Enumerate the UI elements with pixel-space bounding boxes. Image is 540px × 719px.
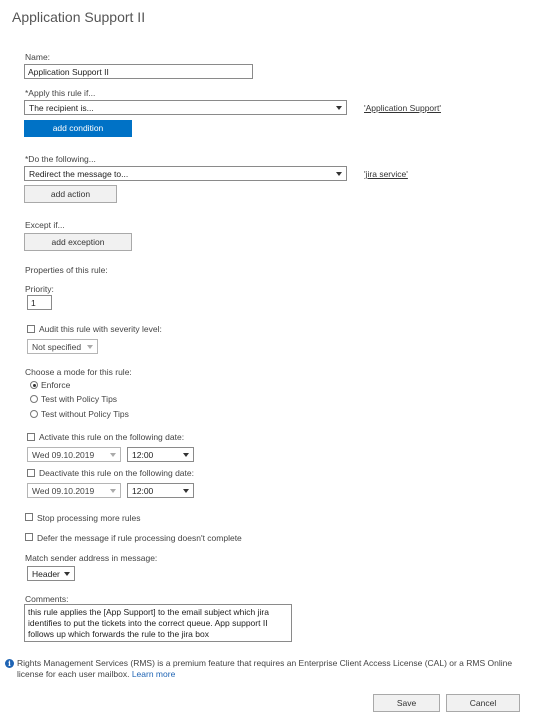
add-action-button[interactable]: add action <box>24 185 117 203</box>
name-input[interactable]: Application Support II <box>24 64 253 79</box>
match-sender-value: Header <box>32 569 60 579</box>
add-exception-button[interactable]: add exception <box>24 233 132 251</box>
deactivate-checkbox[interactable] <box>27 469 35 477</box>
deactivate-time-dropdown[interactable]: 12:00 <box>127 483 194 498</box>
deactivate-date-dropdown[interactable]: Wed 09.10.2019 <box>27 483 121 498</box>
chevron-down-icon <box>110 489 116 493</box>
stop-processing-label: Stop processing more rules <box>37 513 141 523</box>
activate-time-dropdown[interactable]: 12:00 <box>127 447 194 462</box>
apply-rule-label: *Apply this rule if... <box>25 88 96 98</box>
name-label: Name: <box>25 52 51 62</box>
deactivate-date-value: Wed 09.10.2019 <box>32 486 95 496</box>
except-label: Except if... <box>25 220 65 230</box>
mode-enforce-radio[interactable] <box>30 381 38 389</box>
severity-value: Not specified <box>32 342 82 352</box>
mode-test-tips-radio[interactable] <box>30 395 38 403</box>
properties-heading: Properties of this rule: <box>25 265 108 275</box>
learn-more-link[interactable]: Learn more <box>132 669 175 679</box>
info-icon: i <box>5 659 14 668</box>
audit-label: Audit this rule with severity level: <box>39 324 162 334</box>
chevron-down-icon <box>87 345 93 349</box>
action-value: Redirect the message to... <box>29 169 129 179</box>
do-following-label: *Do the following... <box>25 154 96 164</box>
add-condition-button[interactable]: add condition <box>24 120 132 137</box>
save-button[interactable]: Save <box>373 694 440 712</box>
page-title: Application Support II <box>12 9 146 25</box>
action-link[interactable]: 'jira service' <box>364 169 408 179</box>
activate-label: Activate this rule on the following date… <box>39 432 185 442</box>
chevron-down-icon <box>183 489 189 493</box>
condition-dropdown[interactable]: The recipient is... <box>24 100 347 115</box>
chevron-down-icon <box>110 453 116 457</box>
rms-note: Rights Management Services (RMS) is a pr… <box>17 658 535 680</box>
activate-checkbox[interactable] <box>27 433 35 441</box>
defer-message-checkbox[interactable] <box>25 533 33 541</box>
activate-time-value: 12:00 <box>132 450 154 460</box>
activate-date-dropdown[interactable]: Wed 09.10.2019 <box>27 447 121 462</box>
severity-dropdown[interactable]: Not specified <box>27 339 98 354</box>
mode-test-no-tips-radio[interactable] <box>30 410 38 418</box>
priority-label: Priority: <box>25 284 54 294</box>
cancel-button[interactable]: Cancel <box>446 694 520 712</box>
mode-label: Choose a mode for this rule: <box>25 367 132 377</box>
mode-test-no-tips-label: Test without Policy Tips <box>41 409 129 419</box>
audit-checkbox[interactable] <box>27 325 35 333</box>
rms-note-text: Rights Management Services (RMS) is a pr… <box>17 658 513 679</box>
comments-label: Comments: <box>25 594 69 604</box>
condition-link[interactable]: 'Application Support' <box>364 103 441 113</box>
chevron-down-icon <box>336 106 342 110</box>
chevron-down-icon <box>183 453 189 457</box>
match-sender-label: Match sender address in message: <box>25 553 158 563</box>
chevron-down-icon <box>64 572 70 576</box>
mode-enforce-label: Enforce <box>41 380 71 390</box>
comments-textarea[interactable]: this rule applies the [App Support] to t… <box>24 604 292 642</box>
condition-value: The recipient is... <box>29 103 94 113</box>
action-dropdown[interactable]: Redirect the message to... <box>24 166 347 181</box>
deactivate-time-value: 12:00 <box>132 486 154 496</box>
match-sender-dropdown[interactable]: Header <box>27 566 75 581</box>
mode-test-tips-label: Test with Policy Tips <box>41 394 118 404</box>
priority-input[interactable]: 1 <box>27 295 52 310</box>
stop-processing-checkbox[interactable] <box>25 513 33 521</box>
defer-message-label: Defer the message if rule processing doe… <box>37 533 242 543</box>
chevron-down-icon <box>336 172 342 176</box>
deactivate-label: Deactivate this rule on the following da… <box>39 468 194 478</box>
activate-date-value: Wed 09.10.2019 <box>32 450 95 460</box>
